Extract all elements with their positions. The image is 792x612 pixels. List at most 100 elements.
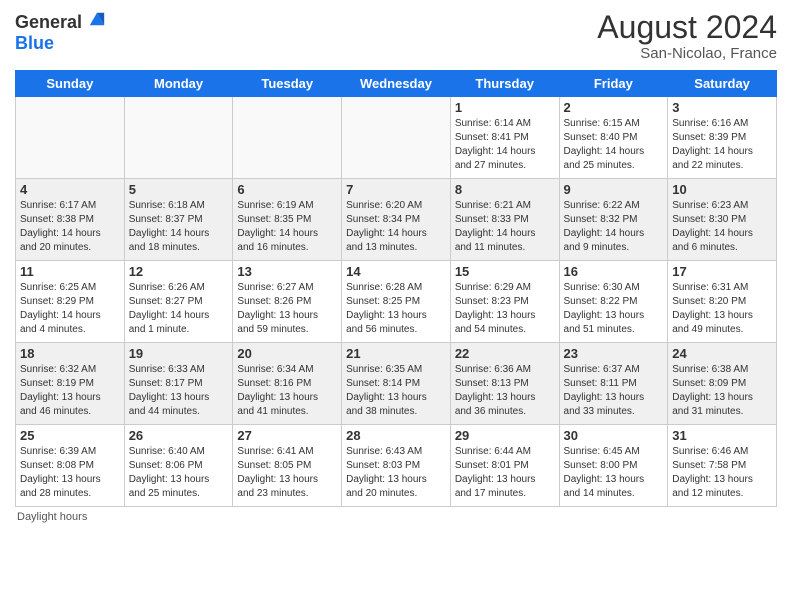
calendar-cell: 6Sunrise: 6:19 AM Sunset: 8:35 PM Daylig… bbox=[233, 179, 342, 261]
cell-info: Sunrise: 6:35 AM Sunset: 8:14 PM Dayligh… bbox=[346, 363, 446, 419]
calendar-cell: 15Sunrise: 6:29 AM Sunset: 8:23 PM Dayli… bbox=[450, 261, 559, 343]
date-number: 10 bbox=[672, 182, 772, 197]
location: San-Nicolao, France bbox=[597, 45, 777, 62]
calendar-cell: 12 Sunrise: 6:26 AM Sunset: 8:27 PM Dayli… bbox=[124, 261, 233, 343]
date-number: 2 bbox=[564, 100, 664, 115]
calendar-cell: 23 Sunrise: 6:37 AM Sunset: 8:11 PM Dayli… bbox=[559, 343, 668, 425]
calendar-cell: 11 Sunrise: 6:25 AM Sunset: 8:29 PM Dayli… bbox=[16, 261, 125, 343]
cell-info: Sunrise: 6:36 AM Sunset: 8:13 PM Dayligh… bbox=[455, 363, 555, 419]
logo-icon bbox=[88, 10, 106, 28]
calendar-cell: 8Sunrise: 6:21 AM Sunset: 8:33 PM Daylig… bbox=[450, 179, 559, 261]
calendar-cell: 7Sunrise: 6:20 AM Sunset: 8:34 PM Daylig… bbox=[342, 179, 451, 261]
header-row: SundayMondayTuesdayWednesdayThursdayFrid… bbox=[16, 71, 777, 97]
date-number: 11 bbox=[20, 264, 120, 279]
calendar-cell: 20 Sunrise: 6:34 AM Sunset: 8:16 PM Dayli… bbox=[233, 343, 342, 425]
calendar-cell: 10 Sunrise: 6:23 AM Sunset: 8:30 PM Dayli… bbox=[668, 179, 777, 261]
cell-info: Sunrise: 6:27 AM Sunset: 8:26 PM Dayligh… bbox=[237, 281, 337, 337]
logo-text: General bbox=[15, 10, 106, 33]
date-number: 23 bbox=[564, 346, 664, 361]
date-number: 22 bbox=[455, 346, 555, 361]
day-header-saturday: Saturday bbox=[668, 71, 777, 97]
calendar-cell: 22 Sunrise: 6:36 AM Sunset: 8:13 PM Dayli… bbox=[450, 343, 559, 425]
date-number: 25 bbox=[20, 428, 120, 443]
date-number: 19 bbox=[129, 346, 229, 361]
header: General Blue August 2024 San-Nicolao, Fr… bbox=[15, 10, 777, 62]
calendar-cell: 29 Sunrise: 6:44 AM Sunset: 8:01 PM Dayli… bbox=[450, 425, 559, 507]
calendar-cell: 24 Sunrise: 6:38 AM Sunset: 8:09 PM Dayli… bbox=[668, 343, 777, 425]
calendar-cell: 9 Sunrise: 6:22 AM Sunset: 8:32 PM Daylig… bbox=[559, 179, 668, 261]
week-row-3: 18Sunrise: 6:32 AM Sunset: 8:19 PM Dayli… bbox=[16, 343, 777, 425]
cell-info: Sunrise: 6:28 AM Sunset: 8:25 PM Dayligh… bbox=[346, 281, 446, 337]
cell-info: Sunrise: 6:34 AM Sunset: 8:16 PM Dayligh… bbox=[237, 363, 337, 419]
cell-info: Sunrise: 6:40 AM Sunset: 8:06 PM Dayligh… bbox=[129, 445, 229, 501]
calendar-cell bbox=[124, 97, 233, 179]
cell-info: Sunrise: 6:44 AM Sunset: 8:01 PM Dayligh… bbox=[455, 445, 555, 501]
calendar-cell: 31Sunrise: 6:46 AM Sunset: 7:58 PM Dayli… bbox=[668, 425, 777, 507]
date-number: 26 bbox=[129, 428, 229, 443]
cell-info: Sunrise: 6:16 AM Sunset: 8:39 PM Dayligh… bbox=[672, 117, 772, 173]
day-header-friday: Friday bbox=[559, 71, 668, 97]
date-number: 18 bbox=[20, 346, 120, 361]
calendar-cell bbox=[233, 97, 342, 179]
day-header-tuesday: Tuesday bbox=[233, 71, 342, 97]
logo: General Blue bbox=[15, 10, 106, 54]
title-block: August 2024 San-Nicolao, France bbox=[597, 10, 777, 62]
cell-info: Sunrise: 6:43 AM Sunset: 8:03 PM Dayligh… bbox=[346, 445, 446, 501]
month-year: August 2024 bbox=[597, 10, 777, 45]
week-row-2: 11 Sunrise: 6:25 AM Sunset: 8:29 PM Dayli… bbox=[16, 261, 777, 343]
cell-info: Sunrise: 6:39 AM Sunset: 8:08 PM Dayligh… bbox=[20, 445, 120, 501]
date-number: 12 bbox=[129, 264, 229, 279]
date-number: 8 bbox=[455, 182, 555, 197]
calendar-cell: 13 Sunrise: 6:27 AM Sunset: 8:26 PM Dayli… bbox=[233, 261, 342, 343]
cell-info: Sunrise: 6:25 AM Sunset: 8:29 PM Dayligh… bbox=[20, 281, 120, 337]
cell-info: Sunrise: 6:33 AM Sunset: 8:17 PM Dayligh… bbox=[129, 363, 229, 419]
page-container: General Blue August 2024 San-Nicolao, Fr… bbox=[0, 0, 792, 528]
cell-info: Sunrise: 6:45 AM Sunset: 8:00 PM Dayligh… bbox=[564, 445, 664, 501]
day-header-monday: Monday bbox=[124, 71, 233, 97]
date-number: 14 bbox=[346, 264, 446, 279]
date-number: 21 bbox=[346, 346, 446, 361]
cell-info: Sunrise: 6:23 AM Sunset: 8:30 PM Dayligh… bbox=[672, 199, 772, 255]
cell-info: Sunrise: 6:17 AM Sunset: 8:38 PM Dayligh… bbox=[20, 199, 120, 255]
date-number: 13 bbox=[237, 264, 337, 279]
footer: Daylight hours bbox=[15, 511, 777, 523]
calendar-cell: 25 Sunrise: 6:39 AM Sunset: 8:08 PM Dayli… bbox=[16, 425, 125, 507]
week-row-0: 1Sunrise: 6:14 AM Sunset: 8:41 PM Daylig… bbox=[16, 97, 777, 179]
day-header-wednesday: Wednesday bbox=[342, 71, 451, 97]
date-number: 28 bbox=[346, 428, 446, 443]
day-header-sunday: Sunday bbox=[16, 71, 125, 97]
date-number: 6 bbox=[237, 182, 337, 197]
date-number: 24 bbox=[672, 346, 772, 361]
calendar-cell: 30 Sunrise: 6:45 AM Sunset: 8:00 PM Dayli… bbox=[559, 425, 668, 507]
cell-info: Sunrise: 6:31 AM Sunset: 8:20 PM Dayligh… bbox=[672, 281, 772, 337]
date-number: 9 bbox=[564, 182, 664, 197]
calendar-cell: 16 Sunrise: 6:30 AM Sunset: 8:22 PM Dayli… bbox=[559, 261, 668, 343]
date-number: 20 bbox=[237, 346, 337, 361]
calendar-cell bbox=[342, 97, 451, 179]
date-number: 7 bbox=[346, 182, 446, 197]
cell-info: Sunrise: 6:30 AM Sunset: 8:22 PM Dayligh… bbox=[564, 281, 664, 337]
cell-info: Sunrise: 6:22 AM Sunset: 8:32 PM Dayligh… bbox=[564, 199, 664, 255]
date-number: 15 bbox=[455, 264, 555, 279]
cell-info: Sunrise: 6:26 AM Sunset: 8:27 PM Dayligh… bbox=[129, 281, 229, 337]
date-number: 30 bbox=[564, 428, 664, 443]
calendar-cell bbox=[16, 97, 125, 179]
calendar-table: SundayMondayTuesdayWednesdayThursdayFrid… bbox=[15, 70, 777, 507]
calendar-cell: 28 Sunrise: 6:43 AM Sunset: 8:03 PM Dayli… bbox=[342, 425, 451, 507]
cell-info: Sunrise: 6:46 AM Sunset: 7:58 PM Dayligh… bbox=[672, 445, 772, 501]
date-number: 3 bbox=[672, 100, 772, 115]
cell-info: Sunrise: 6:15 AM Sunset: 8:40 PM Dayligh… bbox=[564, 117, 664, 173]
calendar-cell: 1Sunrise: 6:14 AM Sunset: 8:41 PM Daylig… bbox=[450, 97, 559, 179]
date-number: 27 bbox=[237, 428, 337, 443]
date-number: 29 bbox=[455, 428, 555, 443]
date-number: 16 bbox=[564, 264, 664, 279]
calendar-cell: 17Sunrise: 6:31 AM Sunset: 8:20 PM Dayli… bbox=[668, 261, 777, 343]
week-row-1: 4Sunrise: 6:17 AM Sunset: 8:38 PM Daylig… bbox=[16, 179, 777, 261]
calendar-cell: 4Sunrise: 6:17 AM Sunset: 8:38 PM Daylig… bbox=[16, 179, 125, 261]
calendar-cell: 3 Sunrise: 6:16 AM Sunset: 8:39 PM Daylig… bbox=[668, 97, 777, 179]
cell-info: Sunrise: 6:37 AM Sunset: 8:11 PM Dayligh… bbox=[564, 363, 664, 419]
cell-info: Sunrise: 6:18 AM Sunset: 8:37 PM Dayligh… bbox=[129, 199, 229, 255]
cell-info: Sunrise: 6:41 AM Sunset: 8:05 PM Dayligh… bbox=[237, 445, 337, 501]
cell-info: Sunrise: 6:38 AM Sunset: 8:09 PM Dayligh… bbox=[672, 363, 772, 419]
calendar-cell: 19 Sunrise: 6:33 AM Sunset: 8:17 PM Dayli… bbox=[124, 343, 233, 425]
